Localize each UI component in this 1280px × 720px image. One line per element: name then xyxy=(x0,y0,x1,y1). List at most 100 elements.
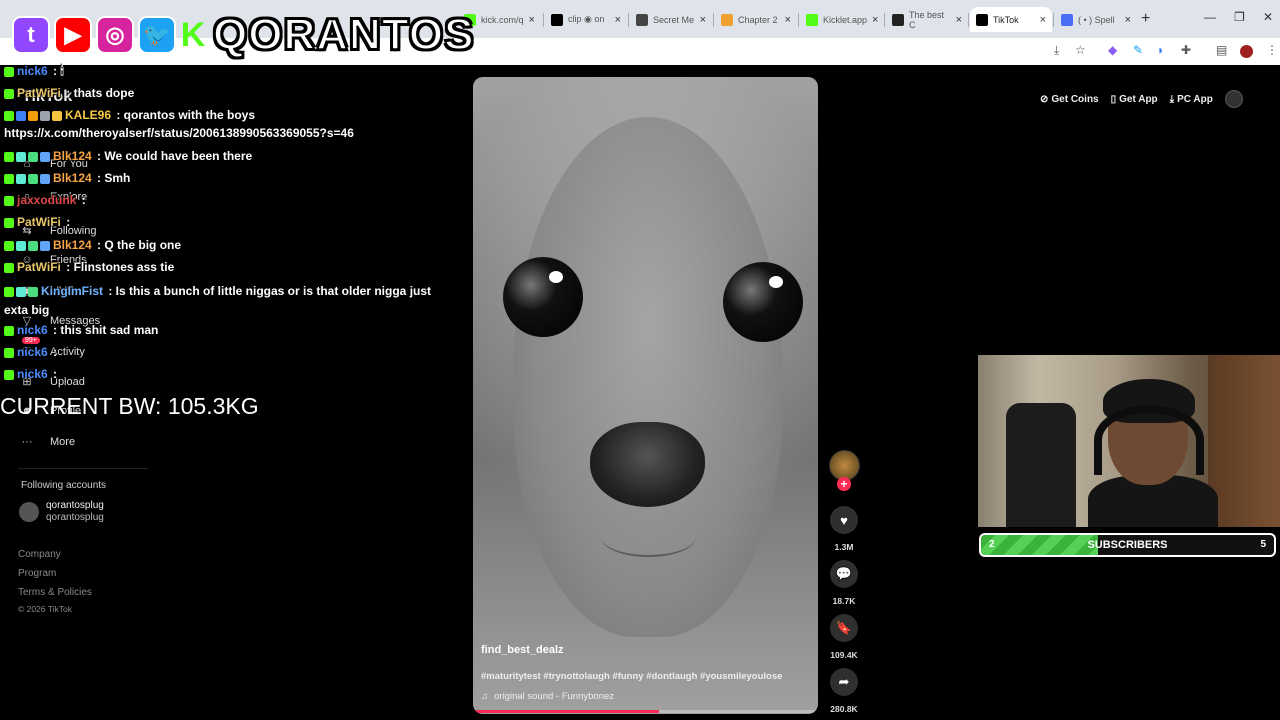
chat-badge-icon xyxy=(4,88,14,99)
webcam-door xyxy=(1208,355,1280,527)
share-count: 280.8K xyxy=(830,704,858,714)
tab-label: kick.com/q xyxy=(481,14,524,25)
browser-profile-avatar[interactable] xyxy=(1240,45,1253,58)
chat-text: : Q the big one xyxy=(93,238,182,252)
get-coins-button[interactable]: ⊘ Get Coins xyxy=(1040,94,1099,105)
install-app-icon[interactable]: ⤓ xyxy=(1054,43,1059,58)
streamer xyxy=(1088,375,1218,527)
video-player[interactable]: find_best_dealz #maturitytest #trynottol… xyxy=(473,77,818,714)
share-icon[interactable]: ➦ xyxy=(830,668,858,696)
browser-tab[interactable]: clip ◉ on × xyxy=(545,7,627,32)
chat-badge-icon xyxy=(40,173,50,184)
chat-username[interactable]: KALE96 xyxy=(65,108,111,122)
tab-separator xyxy=(713,13,714,27)
bookmark-star-icon[interactable]: ☆ xyxy=(1075,43,1086,57)
chat-username[interactable]: Blk124 xyxy=(53,149,92,163)
chat-text: https://x.com/theroyalserf/status/200613… xyxy=(4,126,354,140)
browser-tab[interactable]: Secret Me × xyxy=(630,7,712,32)
footer-program-link[interactable]: Program xyxy=(18,568,56,579)
side-panel-icon[interactable]: ▤ xyxy=(1216,43,1227,57)
maximize-icon[interactable]: ❐ xyxy=(1234,10,1245,24)
chat-badge-icon xyxy=(4,151,14,162)
following-account-avatar[interactable] xyxy=(19,502,39,522)
extension-icon[interactable]: ◆ xyxy=(1108,43,1117,57)
chat-badge-icon xyxy=(4,173,14,184)
comment-icon[interactable]: 💬 xyxy=(830,560,858,588)
chat-badges xyxy=(4,347,14,358)
dog-mouth xyxy=(601,517,696,557)
sidebar-item-label: More xyxy=(50,436,76,448)
chat-text: : xyxy=(78,193,86,207)
following-account-handle: qorantosplug xyxy=(46,512,104,523)
chat-username[interactable]: PatWiFi xyxy=(17,215,61,229)
chat-username[interactable]: nick6 xyxy=(17,345,48,359)
tab-separator xyxy=(1053,13,1054,27)
activity-badge: 99+ xyxy=(22,337,40,344)
like-heart-icon[interactable]: ♥ xyxy=(830,506,858,534)
chat-message: PatWiFi : Flinstones ass tie xyxy=(4,260,174,274)
chat-badges xyxy=(4,286,38,297)
streamer-brand: QORANTOS xyxy=(212,9,475,60)
chat-badges xyxy=(4,195,14,206)
footer-company-link[interactable]: Company xyxy=(18,549,61,560)
browser-menu-icon[interactable]: ⋮ xyxy=(1266,43,1278,57)
following-account-name[interactable]: qorantosplug xyxy=(46,500,104,511)
video-sound[interactable]: ♫ original sound - Funnybonez xyxy=(481,691,614,702)
chat-text: : thats dope xyxy=(62,86,135,100)
chat-username[interactable]: PatWiFi xyxy=(17,260,61,274)
like-count: 1.3M xyxy=(834,542,854,552)
tab-close-icon[interactable]: × xyxy=(1040,14,1046,26)
new-tab-button[interactable]: + xyxy=(1141,10,1150,28)
sidebar-item[interactable]: ··· More xyxy=(20,436,76,448)
tab-favicon-icon xyxy=(806,13,818,26)
chat-badges xyxy=(4,110,62,121)
browser-tab[interactable]: Chapter 2 × xyxy=(715,7,797,32)
chat-username[interactable]: KingImFist xyxy=(41,284,103,298)
chat-username[interactable]: jaxxodunk xyxy=(17,193,76,207)
chat-username[interactable]: nick6 xyxy=(17,323,48,337)
tab-close-icon[interactable]: × xyxy=(956,14,962,26)
audio-extension-icon[interactable]: ◗ xyxy=(1157,43,1164,57)
chat-username[interactable]: nick6 xyxy=(17,367,48,381)
chat-username[interactable]: PatWiFi xyxy=(17,86,61,100)
minimize-icon[interactable]: — xyxy=(1204,10,1216,24)
tab-close-icon[interactable]: × xyxy=(785,14,791,26)
chat-username[interactable]: Blk124 xyxy=(53,238,92,252)
dog-right-eye xyxy=(723,262,803,342)
browser-tab[interactable]: Kicklet.app × xyxy=(800,7,882,32)
chat-username[interactable]: nick6 xyxy=(17,64,48,78)
following-accounts-title: Following accounts xyxy=(21,480,107,491)
video-username[interactable]: find_best_dealz xyxy=(481,644,564,656)
tab-close-icon[interactable]: × xyxy=(529,14,535,26)
bookmark-icon[interactable]: 🔖 xyxy=(830,614,858,642)
chat-text: : 🕯 xyxy=(49,64,64,78)
tab-close-icon[interactable]: × xyxy=(872,14,878,26)
browser-tab[interactable]: ( • ) Spell × xyxy=(1055,7,1137,32)
video-progress-bar[interactable] xyxy=(473,710,818,713)
chat-badge-icon xyxy=(28,151,38,162)
chat-text: : xyxy=(62,215,71,229)
chat-badge-icon xyxy=(16,240,26,251)
chat-message: nick6 : xyxy=(4,345,57,359)
close-window-icon[interactable]: ✕ xyxy=(1263,10,1273,24)
footer-terms-link[interactable]: Terms & Policies xyxy=(18,587,92,598)
extensions-puzzle-icon[interactable]: ✚ xyxy=(1181,43,1191,57)
video-hashtags[interactable]: #maturitytest #trynottolaugh #funny #don… xyxy=(481,671,782,682)
tab-close-icon[interactable]: × xyxy=(615,14,621,26)
tab-label: Secret Me xyxy=(653,14,695,25)
chat-text: : xyxy=(49,367,58,381)
tiktok-profile-avatar[interactable] xyxy=(1224,90,1243,108)
tab-close-icon[interactable]: × xyxy=(700,14,706,26)
follow-plus-icon[interactable]: + xyxy=(837,477,851,491)
browser-tab[interactable]: TikTok × xyxy=(970,7,1052,32)
chat-badge-icon xyxy=(16,110,26,121)
chat-badge-icon xyxy=(4,286,14,297)
tab-close-icon[interactable]: × xyxy=(1125,14,1131,26)
get-app-button[interactable]: ▯ Get App xyxy=(1111,94,1158,105)
chat-username[interactable]: Blk124 xyxy=(53,171,92,185)
translate-extension-icon[interactable]: ✎ xyxy=(1133,43,1143,57)
chat-badge-icon xyxy=(28,240,38,251)
pc-app-button[interactable]: ⤓ PC App xyxy=(1170,94,1213,105)
chat-badge-icon xyxy=(4,262,14,273)
browser-tab[interactable]: The best C × xyxy=(886,7,968,32)
